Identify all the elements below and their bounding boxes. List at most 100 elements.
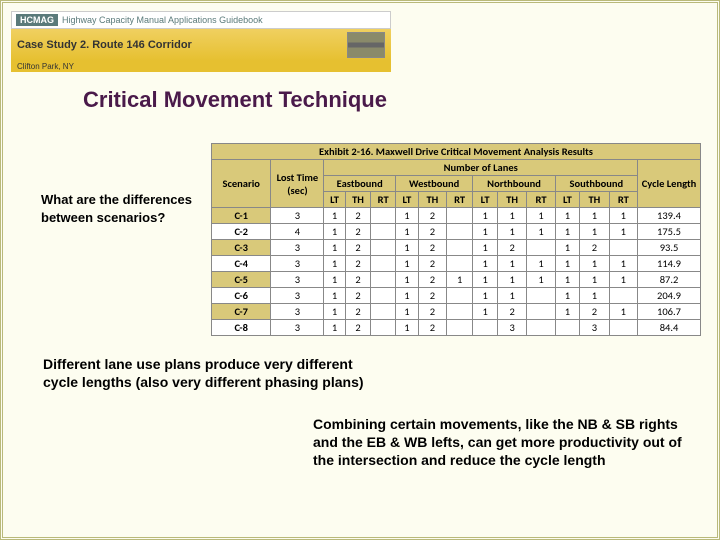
cell-lane: 2 bbox=[345, 272, 371, 288]
cell-lane: 1 bbox=[324, 208, 345, 224]
cell-lane: 2 bbox=[418, 224, 446, 240]
cell-lane: 3 bbox=[497, 320, 527, 336]
cell-cycle-length: 139.4 bbox=[638, 208, 701, 224]
cell-lane bbox=[609, 288, 637, 304]
cell-scenario: C-7 bbox=[212, 304, 271, 320]
cell-lane: 2 bbox=[345, 304, 371, 320]
cell-lane bbox=[371, 224, 396, 240]
col-cycle-length: Cycle Length bbox=[638, 160, 701, 208]
cell-lost-time: 3 bbox=[271, 208, 324, 224]
cell-lost-time: 3 bbox=[271, 272, 324, 288]
col-scenario: Scenario bbox=[212, 160, 271, 208]
cell-lost-time: 3 bbox=[271, 304, 324, 320]
subcol-1: TH bbox=[345, 192, 371, 208]
subcol-0: LT bbox=[324, 192, 345, 208]
cell-lane: 1 bbox=[324, 320, 345, 336]
table-caption: Exhibit 2-16. Maxwell Drive Critical Mov… bbox=[212, 144, 701, 160]
subcol-5: RT bbox=[446, 192, 473, 208]
cell-lane: 1 bbox=[609, 224, 637, 240]
cell-lane: 1 bbox=[527, 272, 555, 288]
banner-top-text: Highway Capacity Manual Applications Gui… bbox=[62, 15, 263, 25]
cell-lane: 1 bbox=[555, 256, 579, 272]
cell-lane: 2 bbox=[580, 240, 610, 256]
cell-lane bbox=[555, 320, 579, 336]
cell-lane: 1 bbox=[395, 320, 418, 336]
cell-lane: 1 bbox=[555, 224, 579, 240]
cell-lane: 2 bbox=[418, 256, 446, 272]
banner-bot: Clifton Park, NY bbox=[11, 61, 391, 72]
cell-lane bbox=[527, 240, 555, 256]
col-group-lanes: Number of Lanes bbox=[324, 160, 638, 176]
table-row: C-531212111111187.2 bbox=[212, 272, 701, 288]
cell-lane: 1 bbox=[324, 288, 345, 304]
hcmag-badge: HCMAG bbox=[16, 14, 58, 26]
subcol-3: LT bbox=[395, 192, 418, 208]
dir-sb: Southbound bbox=[555, 176, 637, 192]
cell-lane: 1 bbox=[497, 256, 527, 272]
cell-lane: 1 bbox=[473, 288, 497, 304]
cell-lane: 2 bbox=[345, 288, 371, 304]
table-row: C-331212121293.5 bbox=[212, 240, 701, 256]
cell-lane: 1 bbox=[395, 256, 418, 272]
slide: HCMAG Highway Capacity Manual Applicatio… bbox=[0, 0, 720, 540]
cell-lane bbox=[371, 304, 396, 320]
cell-lane: 1 bbox=[555, 208, 579, 224]
cell-lane: 1 bbox=[473, 208, 497, 224]
bottom-note-2: Combining certain movements, like the NB… bbox=[313, 415, 693, 470]
cell-lane: 1 bbox=[555, 304, 579, 320]
table-row: C-73121212121106.7 bbox=[212, 304, 701, 320]
cell-lane: 1 bbox=[324, 224, 345, 240]
cell-lane: 2 bbox=[345, 320, 371, 336]
cell-scenario: C-5 bbox=[212, 272, 271, 288]
bottom-note-1: Different lane use plans produce very di… bbox=[43, 355, 383, 391]
cell-lane: 3 bbox=[580, 320, 610, 336]
cell-lane: 1 bbox=[395, 304, 418, 320]
cell-lane: 2 bbox=[418, 240, 446, 256]
cell-cycle-length: 84.4 bbox=[638, 320, 701, 336]
side-question: What are the differences between scenari… bbox=[41, 191, 201, 226]
cell-lane: 1 bbox=[395, 224, 418, 240]
cell-lane: 1 bbox=[473, 240, 497, 256]
subcol-7: TH bbox=[497, 192, 527, 208]
cell-lane: 1 bbox=[497, 208, 527, 224]
cell-lost-time: 3 bbox=[271, 240, 324, 256]
cell-lane bbox=[371, 320, 396, 336]
cell-lane: 2 bbox=[345, 240, 371, 256]
cell-lane: 2 bbox=[418, 208, 446, 224]
cell-cycle-length: 175.5 bbox=[638, 224, 701, 240]
cell-lane: 1 bbox=[580, 208, 610, 224]
cell-lane: 1 bbox=[473, 272, 497, 288]
cell-lane: 1 bbox=[324, 240, 345, 256]
cell-lost-time: 3 bbox=[271, 320, 324, 336]
cell-lane bbox=[446, 288, 473, 304]
cell-lane: 2 bbox=[418, 272, 446, 288]
subcol-11: RT bbox=[609, 192, 637, 208]
table-row: C-431212111111114.9 bbox=[212, 256, 701, 272]
banner-mid-text: Case Study 2. Route 146 Corridor bbox=[17, 39, 192, 51]
cell-scenario: C-8 bbox=[212, 320, 271, 336]
cell-lane: 1 bbox=[555, 272, 579, 288]
cell-scenario: C-6 bbox=[212, 288, 271, 304]
cell-cycle-length: 106.7 bbox=[638, 304, 701, 320]
table-row: C-131212111111139.4 bbox=[212, 208, 701, 224]
cell-lane: 1 bbox=[497, 288, 527, 304]
road-thumbnail-icon bbox=[347, 32, 385, 58]
cell-lane: 1 bbox=[473, 224, 497, 240]
cell-lane: 1 bbox=[555, 288, 579, 304]
cell-lane bbox=[371, 256, 396, 272]
cell-lane: 1 bbox=[527, 208, 555, 224]
cell-lane: 1 bbox=[609, 208, 637, 224]
cell-lane: 1 bbox=[446, 272, 473, 288]
cell-lane bbox=[473, 320, 497, 336]
cell-lane: 1 bbox=[497, 272, 527, 288]
subcol-9: LT bbox=[555, 192, 579, 208]
cell-lane: 1 bbox=[609, 272, 637, 288]
cell-lane bbox=[446, 224, 473, 240]
cell-lane: 2 bbox=[497, 240, 527, 256]
analysis-table: Exhibit 2-16. Maxwell Drive Critical Mov… bbox=[211, 143, 701, 336]
cell-scenario: C-2 bbox=[212, 224, 271, 240]
cell-lane: 1 bbox=[580, 272, 610, 288]
cell-lane bbox=[609, 320, 637, 336]
cell-lost-time: 3 bbox=[271, 256, 324, 272]
banner-top: HCMAG Highway Capacity Manual Applicatio… bbox=[11, 11, 391, 29]
